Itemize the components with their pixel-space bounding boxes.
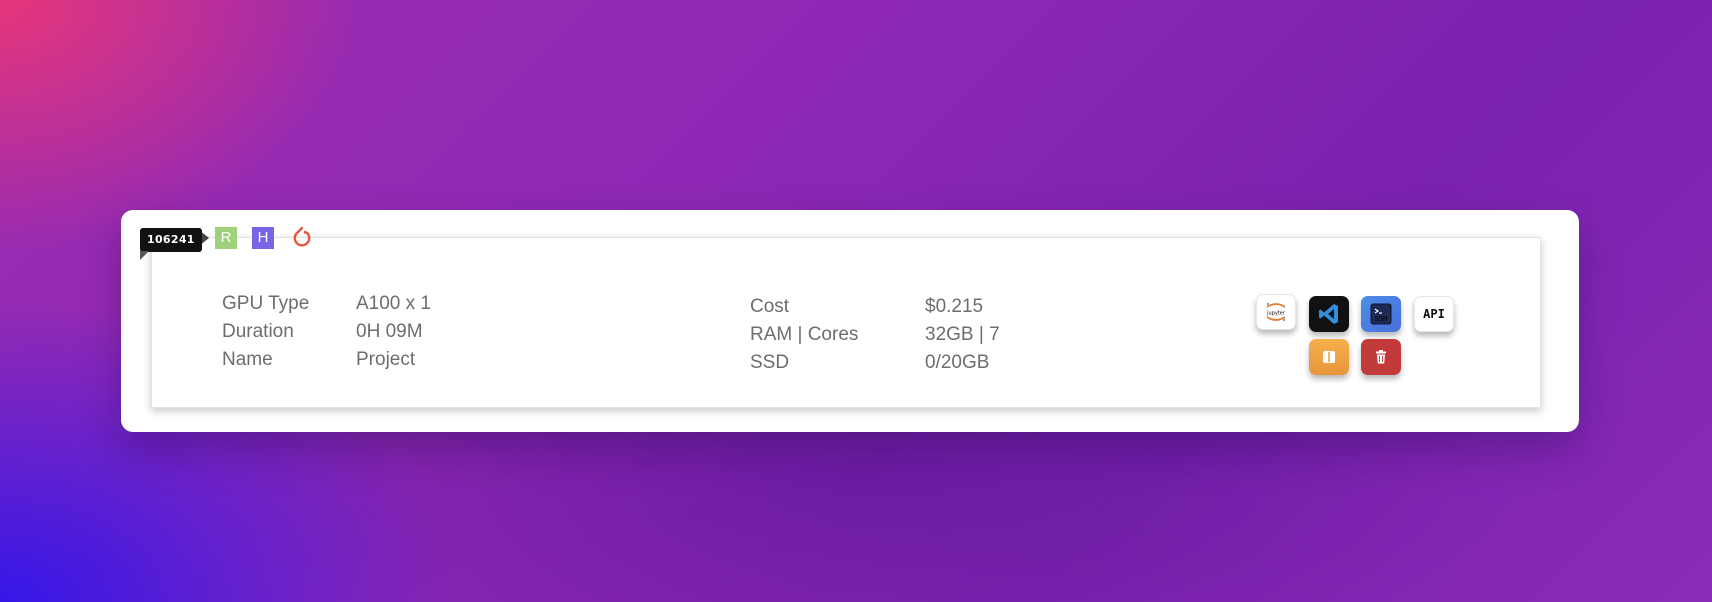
- detail-row-cost: Cost $0.215: [750, 293, 1000, 321]
- tag-h: H: [252, 227, 274, 249]
- ssh-label: SSH: [1375, 315, 1388, 323]
- detail-value: $0.215: [925, 296, 984, 317]
- detail-row-gpu-type: GPU Type A100 x 1: [222, 290, 431, 318]
- api-label: API: [1423, 307, 1445, 321]
- detail-row-ram-cores: RAM | Cores 32GB | 7: [750, 321, 1000, 349]
- detail-value: 32GB | 7: [925, 324, 1000, 345]
- instance-details-left: GPU Type A100 x 1 Duration 0H 09M Name P…: [222, 290, 431, 374]
- trash-icon: [1376, 350, 1386, 364]
- api-button[interactable]: API: [1414, 296, 1454, 332]
- pytorch-icon: [293, 226, 311, 247]
- jupyter-button[interactable]: jupyter: [1256, 294, 1296, 330]
- detail-value: 0H 09M: [356, 321, 423, 342]
- pause-button[interactable]: [1309, 339, 1349, 375]
- detail-label: GPU Type: [222, 293, 310, 314]
- instance-details-right: Cost $0.215 RAM | Cores 32GB | 7 SSD 0/2…: [750, 293, 1000, 377]
- delete-button[interactable]: [1361, 339, 1401, 375]
- detail-row-ssd: SSD 0/20GB: [750, 349, 1000, 377]
- jupyter-text: jupyter: [1266, 311, 1286, 317]
- detail-label: RAM | Cores: [750, 324, 859, 345]
- detail-value: A100 x 1: [356, 293, 431, 314]
- tag-r: R: [215, 227, 237, 249]
- detail-value: Project: [356, 349, 416, 370]
- terminal-icon: SSH: [1370, 303, 1392, 325]
- detail-label: Duration: [222, 321, 294, 342]
- instance-id-badge: 106241: [140, 228, 202, 252]
- ssh-button[interactable]: SSH: [1361, 296, 1401, 332]
- vscode-button[interactable]: [1309, 296, 1349, 332]
- jupyter-icon: jupyter: [1266, 303, 1286, 321]
- detail-label: Name: [222, 349, 273, 370]
- detail-row-duration: Duration 0H 09M: [222, 318, 431, 346]
- id-badge-fold: [140, 251, 149, 260]
- detail-label: Cost: [750, 296, 790, 317]
- detail-value: 0/20GB: [925, 352, 990, 373]
- vscode-icon: [1319, 304, 1338, 324]
- detail-row-name: Name Project: [222, 346, 431, 374]
- detail-label: SSD: [750, 352, 790, 373]
- pause-icon: [1323, 351, 1335, 363]
